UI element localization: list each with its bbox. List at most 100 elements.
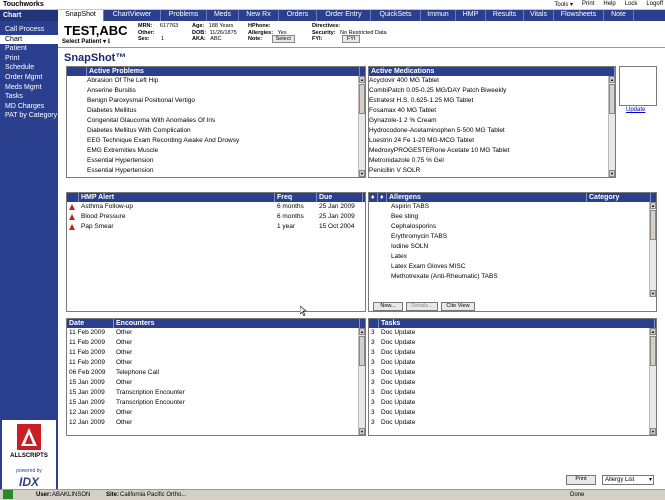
- list-item[interactable]: Diabetes Mellitus: [87, 106, 365, 116]
- sidebar-item-order-mgmt[interactable]: Order Mgmt: [0, 73, 58, 83]
- table-row[interactable]: 3 Doc Update: [369, 368, 656, 378]
- tab-vitals[interactable]: Vitals: [524, 10, 554, 21]
- tab-hmp[interactable]: HMP: [456, 10, 486, 21]
- allergens-scrollbar[interactable]: ▲ ▼: [649, 202, 656, 297]
- print-menu[interactable]: Print: [582, 1, 594, 8]
- sidebar-item-schedule[interactable]: Schedule: [0, 63, 58, 73]
- problems-list[interactable]: Abrasion Of The Left Hip Anserine Bursit…: [67, 76, 365, 176]
- list-item[interactable]: Congenital Glaucoma With Anomalies Of Ir…: [87, 116, 365, 126]
- list-item[interactable]: Fosamax 40 MG Tablet: [369, 106, 615, 116]
- tasks-scrollbar[interactable]: ▲ ▼: [649, 328, 656, 435]
- table-row[interactable]: Cephalosporins: [369, 222, 656, 232]
- table-row[interactable]: Aspirin TABS: [369, 202, 656, 212]
- list-item[interactable]: Diabetes Mellitus With Complication: [87, 126, 365, 136]
- tools-menu[interactable]: Tools ▾: [554, 1, 573, 8]
- tab-flowsheets[interactable]: Flowsheets: [554, 10, 604, 21]
- list-item[interactable]: MedroxyPROGESTERone Acetate 10 MG Tablet: [369, 146, 615, 156]
- list-item[interactable]: Acyclovir 400 MG Tablet: [369, 76, 615, 86]
- tab-meds[interactable]: Meds: [207, 10, 239, 21]
- list-item[interactable]: Benign Paroxysmal Positional Vertigo: [87, 96, 365, 106]
- sidebar-item-tasks[interactable]: Tasks: [0, 92, 58, 102]
- tab-snapshot[interactable]: SnapShot: [58, 10, 104, 21]
- table-row[interactable]: 3 Doc Update: [369, 328, 656, 338]
- details-button[interactable]: Details...: [406, 302, 438, 311]
- tab-orders[interactable]: Orders: [279, 10, 317, 21]
- table-row[interactable]: Iodine SOLN: [369, 242, 656, 252]
- table-row[interactable]: Latex Exam Gloves MISC: [369, 262, 656, 272]
- tab-immun[interactable]: Immun: [421, 10, 456, 21]
- list-item[interactable]: Estratest H.S. 0.625-1.25 MG Tablet: [369, 96, 615, 106]
- list-item[interactable]: Gynazole-1 2 % Cream: [369, 116, 615, 126]
- print-button[interactable]: Print: [566, 475, 596, 485]
- list-item[interactable]: EMG Extremities Muscle: [87, 146, 365, 156]
- allergy-list-select[interactable]: Allergy List ▾: [602, 475, 654, 485]
- table-row[interactable]: 11 Feb 2009 Other: [67, 328, 365, 338]
- list-item[interactable]: Penicillin V SOLR: [369, 166, 615, 176]
- sidebar-item-chart[interactable]: Chart: [0, 34, 58, 45]
- tab-order-entry[interactable]: Order Entry: [317, 10, 371, 21]
- encounters-scrollbar[interactable]: ▲ ▼: [358, 328, 365, 435]
- sidebar-item-patient[interactable]: Patient: [0, 44, 58, 54]
- lock-menu[interactable]: Lock: [625, 1, 638, 8]
- table-row[interactable]: 15 Jan 2009 Transcription Encounter: [67, 398, 365, 408]
- allergens-list[interactable]: Aspirin TABS Bee sting Cephalosporins Er…: [369, 202, 656, 282]
- fyi-button[interactable]: FYI: [341, 35, 361, 43]
- table-row[interactable]: 3 Doc Update: [369, 378, 656, 388]
- sidebar-item-print[interactable]: Print: [0, 54, 58, 64]
- tab-chartviewer[interactable]: ChartViewer: [104, 10, 161, 21]
- table-row[interactable]: 15 Jan 2009 Transcription Encounter: [67, 388, 365, 398]
- medications-scrollbar[interactable]: ▲ ▼: [608, 76, 615, 177]
- select-patient-button[interactable]: Select Patient ▾ ℹ: [62, 38, 110, 45]
- table-row[interactable]: 15 Jan 2009 Other: [67, 378, 365, 388]
- title-bar: Touchworks Tools ▾ Print Help Lock Logof…: [0, 0, 665, 10]
- table-row[interactable]: 3 Doc Update: [369, 358, 656, 368]
- list-item[interactable]: Loestrin 24 Fe 1-20 MG-MCG Tablet: [369, 136, 615, 146]
- table-row[interactable]: 12 Jan 2009 Other: [67, 408, 365, 418]
- tab-note[interactable]: Note: [604, 10, 634, 21]
- table-row[interactable]: Latex: [369, 252, 656, 262]
- list-item[interactable]: Abrasion Of The Left Hip: [87, 76, 365, 86]
- table-row[interactable]: 3 Doc Update: [369, 418, 656, 428]
- table-row[interactable]: 06 Feb 2009 Telephone Call: [67, 368, 365, 378]
- logoff-menu[interactable]: Logoff: [646, 1, 663, 8]
- list-item[interactable]: Essential Hypertension: [87, 156, 365, 166]
- table-row[interactable]: 11 Feb 2009 Other: [67, 358, 365, 368]
- table-row[interactable]: Methotrexate (Anti-Rheumatic) TABS: [369, 272, 656, 282]
- list-item[interactable]: Anserine Bursitis: [87, 86, 365, 96]
- table-row[interactable]: Pap Smear 1 year 15 Oct 2004: [67, 222, 365, 232]
- sidebar-item-call-process[interactable]: Call Process: [0, 25, 58, 35]
- list-item[interactable]: Essential Hypertension: [87, 166, 365, 176]
- table-row[interactable]: 3 Doc Update: [369, 388, 656, 398]
- sidebar-item-pat-by-category[interactable]: PAT by Category: [0, 111, 58, 121]
- list-item[interactable]: CombiPatch 0.05-0.25 MG/DAY Patch Biweek…: [369, 86, 615, 96]
- table-row[interactable]: Bee sting: [369, 212, 656, 222]
- note-select-button[interactable]: Select: [271, 35, 295, 43]
- tab-quicksets[interactable]: QuickSets: [371, 10, 421, 21]
- table-row[interactable]: 3 Doc Update: [369, 348, 656, 358]
- alert-icon: [69, 214, 75, 220]
- table-row[interactable]: 12 Jan 2009 Other: [67, 418, 365, 428]
- update-link[interactable]: Update: [626, 107, 645, 113]
- table-row[interactable]: 3 Doc Update: [369, 398, 656, 408]
- tab-results[interactable]: Results: [486, 10, 524, 21]
- cite-view-button[interactable]: Cite View: [441, 302, 475, 311]
- table-row[interactable]: Blood Pressure 6 months 25 Jan 2009: [67, 212, 365, 222]
- tab-new-rx[interactable]: New Rx: [239, 10, 279, 21]
- info-icon[interactable]: ℹ: [108, 39, 110, 45]
- list-item[interactable]: Metronidazole 0.75 % Gel: [369, 156, 615, 166]
- table-row[interactable]: Erythromycin TABS: [369, 232, 656, 242]
- medications-list[interactable]: Acyclovir 400 MG Tablet CombiPatch 0.05-…: [369, 76, 615, 176]
- table-row[interactable]: 3 Doc Update: [369, 408, 656, 418]
- table-row[interactable]: Asthma Follow-up 6 months 25 Jan 2009: [67, 202, 365, 212]
- list-item[interactable]: Hydrocodone-Acetaminophen 5-500 MG Table…: [369, 126, 615, 136]
- problems-scrollbar[interactable]: ▲ ▼: [358, 76, 365, 177]
- table-row[interactable]: 11 Feb 2009 Other: [67, 348, 365, 358]
- new-allergy-button[interactable]: New...: [373, 302, 403, 311]
- table-row[interactable]: 11 Feb 2009 Other: [67, 338, 365, 348]
- table-row[interactable]: 3 Doc Update: [369, 338, 656, 348]
- sidebar-item-md-charges[interactable]: MD Charges: [0, 102, 58, 112]
- sidebar-item-meds-mgmt[interactable]: Meds Mgmt: [0, 83, 58, 93]
- list-item[interactable]: EEG Technique Exam Recording Awake And D…: [87, 136, 365, 146]
- help-menu[interactable]: Help: [603, 1, 615, 8]
- tab-problems[interactable]: Problems: [161, 10, 207, 21]
